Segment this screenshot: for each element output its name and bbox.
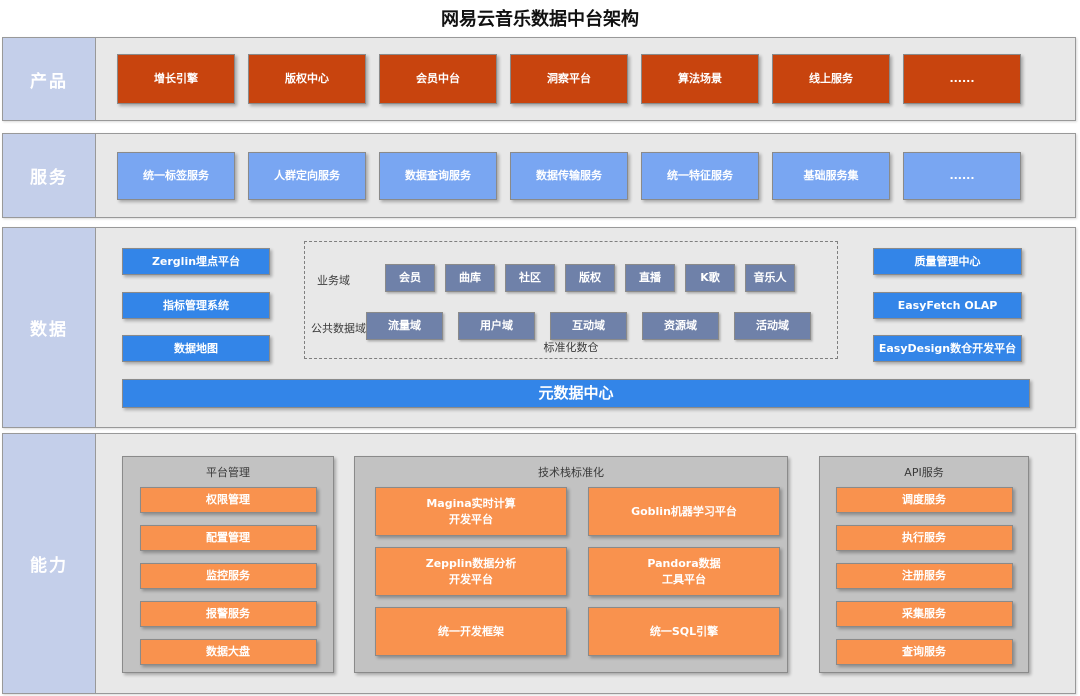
data-tool-box: 指标管理系统 — [122, 292, 270, 319]
service-box: 统一特征服务 — [641, 152, 759, 200]
capability-box: Pandora数据 工具平台 — [588, 547, 780, 596]
business-domain-label: 业务域 — [317, 272, 350, 288]
band-label-product: 产品 — [3, 38, 96, 120]
capability-box: 注册服务 — [836, 563, 1013, 589]
capability-box: Zepplin数据分析 开发平台 — [375, 547, 567, 596]
product-box: 会员中台 — [379, 54, 497, 104]
service-box: 统一标签服务 — [117, 152, 235, 200]
product-box: 增长引擎 — [117, 54, 235, 104]
common-domain-box: 互动域 — [550, 312, 627, 340]
service-box: 数据传输服务 — [510, 152, 628, 200]
band-label-data: 数据 — [3, 228, 96, 427]
business-domain-box: K歌 — [685, 264, 735, 292]
page-title: 网易云音乐数据中台架构 — [0, 5, 1080, 31]
product-box: 算法场景 — [641, 54, 759, 104]
capability-box: 查询服务 — [836, 639, 1013, 665]
business-domain-box: 社区 — [505, 264, 555, 292]
product-box-row: 增长引擎 版权中心 会员中台 洞察平台 算法场景 线上服务 ...... — [96, 38, 1075, 120]
tech-stack-group: 技术栈标准化 Magina实时计算 开发平台 Goblin机器学习平台 Zepp… — [354, 456, 788, 673]
platform-management-list: 权限管理 配置管理 监控服务 报警服务 数据大盘 — [123, 487, 333, 665]
service-box-more: ...... — [903, 152, 1021, 200]
warehouse-caption: 标准化数仓 — [305, 339, 837, 355]
data-platform-box: EasyFetch OLAP — [873, 292, 1022, 319]
capability-box: Goblin机器学习平台 — [588, 487, 780, 536]
metadata-center-bar: 元数据中心 — [122, 379, 1030, 408]
capability-box: 监控服务 — [140, 563, 317, 589]
product-box: 线上服务 — [772, 54, 890, 104]
service-box: 数据查询服务 — [379, 152, 497, 200]
tech-stack-grid: Magina实时计算 开发平台 Goblin机器学习平台 Zepplin数据分析… — [375, 487, 787, 656]
api-service-group: API服务 调度服务 执行服务 注册服务 采集服务 查询服务 — [819, 456, 1029, 673]
capability-box: Magina实时计算 开发平台 — [375, 487, 567, 536]
business-domain-box: 直播 — [625, 264, 675, 292]
capability-box: 统一开发框架 — [375, 607, 567, 656]
common-domain-box: 用户域 — [458, 312, 535, 340]
band-label-capability: 能力 — [3, 434, 96, 693]
common-domain-box: 资源域 — [642, 312, 719, 340]
api-service-list: 调度服务 执行服务 注册服务 采集服务 查询服务 — [820, 487, 1028, 665]
service-box: 人群定向服务 — [248, 152, 366, 200]
capability-box: 报警服务 — [140, 601, 317, 627]
capability-box: 权限管理 — [140, 487, 317, 513]
capability-box: 执行服务 — [836, 525, 1013, 551]
capability-box: 统一SQL引擎 — [588, 607, 780, 656]
capability-box: 采集服务 — [836, 601, 1013, 627]
common-domain-row: 流量域 用户域 互动域 资源域 活动域 — [366, 312, 811, 340]
product-box: 版权中心 — [248, 54, 366, 104]
band-label-service: 服务 — [3, 134, 96, 217]
band-capability: 能力 平台管理 权限管理 配置管理 监控服务 报警服务 数据大盘 技术栈标准化 … — [2, 433, 1076, 694]
business-domain-box: 曲库 — [445, 264, 495, 292]
platform-management-group: 平台管理 权限管理 配置管理 监控服务 报警服务 数据大盘 — [122, 456, 334, 673]
business-domain-box: 版权 — [565, 264, 615, 292]
common-domain-box: 流量域 — [366, 312, 443, 340]
business-domain-box: 会员 — [385, 264, 435, 292]
capability-box: 数据大盘 — [140, 639, 317, 665]
capability-box: 调度服务 — [836, 487, 1013, 513]
service-box-row: 统一标签服务 人群定向服务 数据查询服务 数据传输服务 统一特征服务 基础服务集… — [96, 134, 1075, 217]
band-data: 数据 Zerglin埋点平台 指标管理系统 数据地图 业务域 会员 曲库 社区 … — [2, 227, 1076, 428]
business-domain-row: 会员 曲库 社区 版权 直播 K歌 音乐人 — [385, 264, 795, 292]
group-title: 平台管理 — [123, 464, 333, 480]
capability-band-content: 平台管理 权限管理 配置管理 监控服务 报警服务 数据大盘 技术栈标准化 Mag… — [96, 434, 1075, 693]
band-service: 服务 统一标签服务 人群定向服务 数据查询服务 数据传输服务 统一特征服务 基础… — [2, 133, 1076, 218]
common-domain-box: 活动域 — [734, 312, 811, 340]
data-platform-box: EasyDesign数仓开发平台 — [873, 335, 1022, 362]
common-domain-label: 公共数据域 — [311, 320, 366, 336]
business-domain-box: 音乐人 — [745, 264, 795, 292]
data-tool-box: 数据地图 — [122, 335, 270, 362]
data-band-content: Zerglin埋点平台 指标管理系统 数据地图 业务域 会员 曲库 社区 版权 … — [96, 228, 1075, 427]
product-box-more: ...... — [903, 54, 1021, 104]
standard-warehouse-panel: 业务域 会员 曲库 社区 版权 直播 K歌 音乐人 公共数据域 流量域 用户域 … — [304, 241, 838, 359]
group-title: 技术栈标准化 — [355, 464, 787, 480]
data-platform-box: 质量管理中心 — [873, 248, 1022, 275]
service-box: 基础服务集 — [772, 152, 890, 200]
band-product: 产品 增长引擎 版权中心 会员中台 洞察平台 算法场景 线上服务 ...... — [2, 37, 1076, 121]
capability-box: 配置管理 — [140, 525, 317, 551]
data-tool-box: Zerglin埋点平台 — [122, 248, 270, 275]
group-title: API服务 — [820, 464, 1028, 480]
product-box: 洞察平台 — [510, 54, 628, 104]
